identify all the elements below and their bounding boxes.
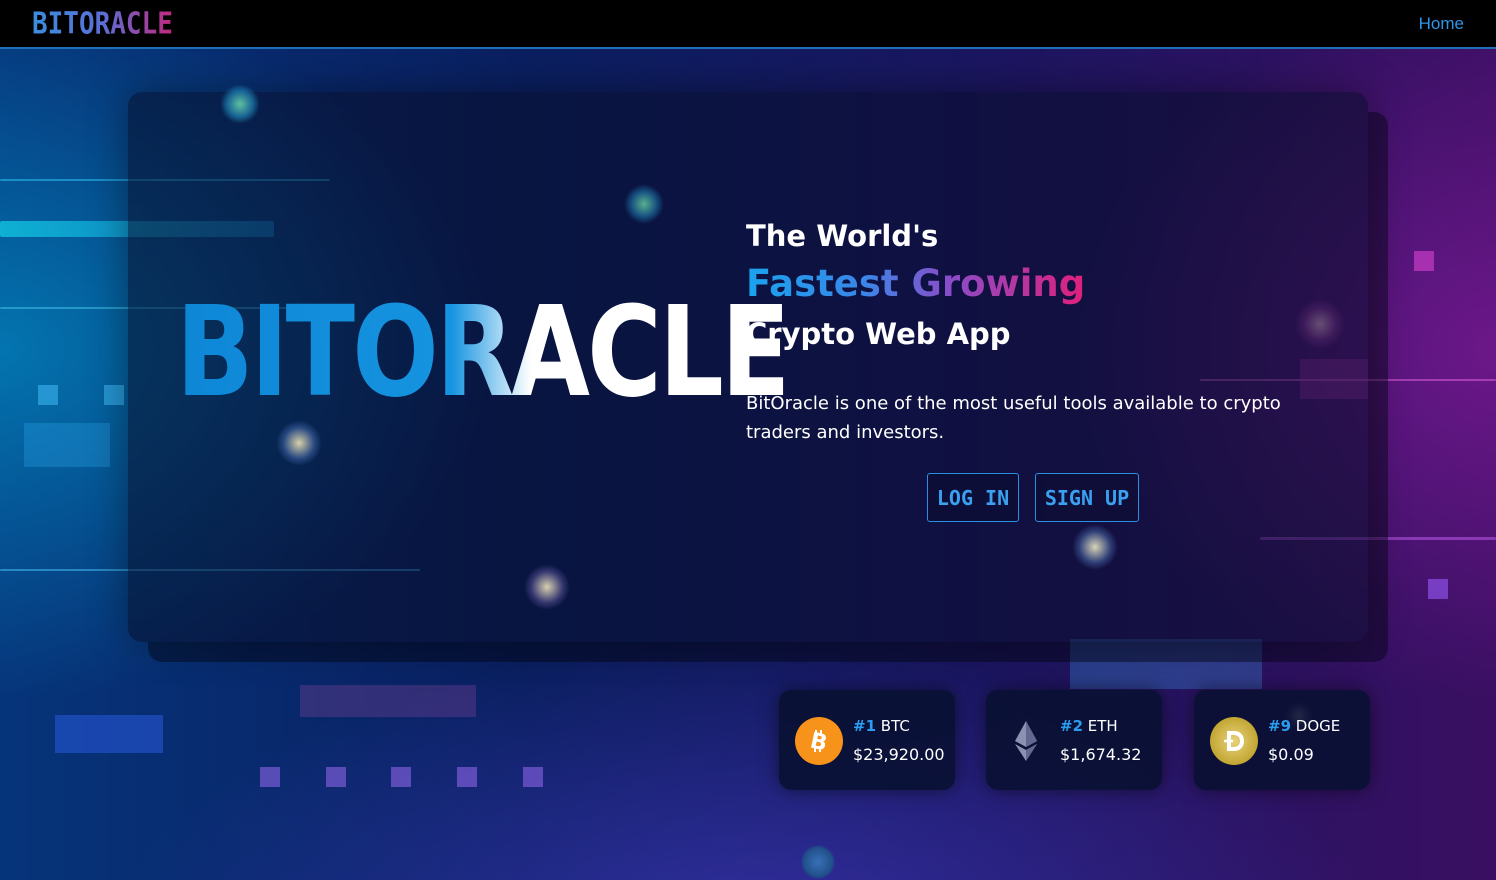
bitcoin-icon: B bbox=[795, 717, 843, 765]
ticker-rank: #9 bbox=[1268, 717, 1292, 735]
bg-square bbox=[104, 385, 124, 405]
signup-button[interactable]: SIGN UP bbox=[1035, 473, 1139, 522]
ticker-symbol: DOGE bbox=[1295, 717, 1341, 735]
navbar-logo[interactable]: BITORACLE bbox=[32, 7, 173, 42]
ticker-price: $0.09 bbox=[1268, 745, 1314, 764]
bg-square bbox=[1414, 251, 1434, 271]
bg-orb bbox=[1072, 524, 1118, 570]
bg-block bbox=[1070, 639, 1262, 689]
bg-square bbox=[457, 767, 477, 787]
svg-text:B: B bbox=[808, 728, 830, 756]
ticker-symbol: BTC bbox=[880, 717, 910, 735]
bg-orb bbox=[624, 184, 664, 224]
navbar: BITORACLE Home bbox=[0, 0, 1496, 49]
bg-square bbox=[326, 767, 346, 787]
bg-block bbox=[55, 715, 163, 753]
ticker-rank-line: #1 BTC bbox=[853, 717, 910, 735]
ticker-rank: #1 bbox=[853, 717, 877, 735]
headline-line-3: Crypto Web App bbox=[746, 317, 1011, 351]
ticker-card-doge[interactable]: #9 DOGE $0.09 bbox=[1194, 690, 1370, 790]
bg-square bbox=[260, 767, 280, 787]
ticker-price: $1,674.32 bbox=[1060, 745, 1142, 764]
dogecoin-icon bbox=[1210, 717, 1258, 765]
login-button[interactable]: LOG IN bbox=[927, 473, 1019, 522]
bg-square bbox=[38, 385, 58, 405]
ticker-symbol: ETH bbox=[1087, 717, 1118, 735]
nav-link-home[interactable]: Home bbox=[1419, 14, 1464, 34]
hero-logo: BITORACLE bbox=[176, 279, 790, 425]
bg-orb bbox=[220, 84, 260, 124]
hero-description: BitOracle is one of the most useful tool… bbox=[746, 393, 1281, 443]
bg-square bbox=[523, 767, 543, 787]
hero-headline: The World's Fastest Growing Crypto Web A… bbox=[746, 216, 1085, 356]
ticker-price: $23,920.00 bbox=[853, 745, 945, 764]
bg-orb bbox=[801, 845, 835, 879]
bg-orb bbox=[276, 420, 322, 466]
headline-line-1: The World's bbox=[746, 219, 939, 253]
bg-square bbox=[1428, 579, 1448, 599]
ticker-rank: #2 bbox=[1060, 717, 1084, 735]
bg-orb bbox=[524, 564, 570, 610]
bg-block bbox=[300, 685, 476, 717]
ticker-rank-line: #9 DOGE bbox=[1268, 717, 1340, 735]
headline-line-2: Fastest Growing bbox=[746, 256, 1085, 312]
ticker-card-eth[interactable]: #2 ETH $1,674.32 bbox=[986, 690, 1162, 790]
ethereum-icon bbox=[1002, 717, 1050, 765]
bg-block bbox=[24, 423, 110, 467]
bg-square bbox=[391, 767, 411, 787]
ticker-card-btc[interactable]: B #1 BTC $23,920.00 bbox=[779, 690, 955, 790]
ticker-rank-line: #2 ETH bbox=[1060, 717, 1118, 735]
